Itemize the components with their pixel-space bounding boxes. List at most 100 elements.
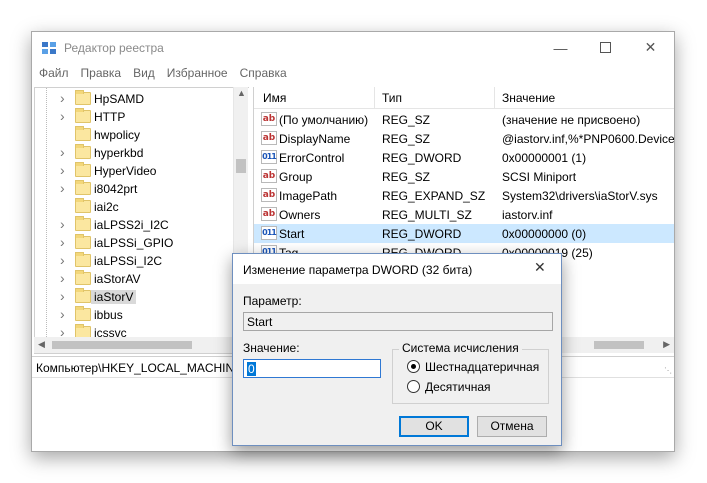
folder-icon bbox=[75, 288, 91, 303]
title-bar: Редактор реестра — ✕ bbox=[32, 32, 674, 64]
ok-button[interactable]: OK bbox=[399, 416, 469, 437]
tree-item-label: iaLPSSi_GPIO bbox=[94, 236, 174, 250]
minimize-button[interactable]: — bbox=[538, 32, 583, 63]
folder-icon bbox=[75, 270, 91, 285]
edit-dword-dialog: Изменение параметра DWORD (32 бита) ✕ Па… bbox=[232, 253, 562, 446]
value-row[interactable]: ab Owners REG_MULTI_SZ iastorv.inf bbox=[254, 205, 674, 224]
tree-item-label: HTTP bbox=[94, 110, 126, 124]
close-button[interactable]: ✕ bbox=[628, 32, 673, 63]
tree-item[interactable]: hwpolicy bbox=[35, 126, 235, 144]
expand-chevron-icon[interactable]: › bbox=[60, 144, 65, 160]
menu-bar: Файл Правка Вид Избранное Справка bbox=[32, 64, 674, 84]
column-divider[interactable] bbox=[494, 87, 495, 109]
registry-tree[interactable]: › HpSAMD › HTTP hwpolicy › hyperkbd › HyperVideo… bbox=[34, 87, 249, 354]
scroll-left-icon[interactable]: ◀ bbox=[38, 339, 45, 350]
dialog-title: Изменение параметра DWORD (32 бита) bbox=[243, 263, 473, 277]
tree-item-label: hwpolicy bbox=[94, 128, 141, 142]
expand-chevron-icon[interactable]: › bbox=[60, 90, 65, 106]
expand-chevron-icon[interactable]: › bbox=[60, 234, 65, 250]
tree-item-label: HyperVideo bbox=[94, 164, 157, 178]
tree-item[interactable]: › iaStorV bbox=[35, 288, 235, 306]
string-value-icon: ab bbox=[261, 188, 277, 202]
base-group-box bbox=[392, 349, 549, 404]
base-group-label: Система исчисления bbox=[399, 341, 522, 355]
scroll-up-icon[interactable]: ▲ bbox=[237, 88, 246, 98]
folder-icon bbox=[75, 90, 91, 105]
cancel-button[interactable]: Отмена bbox=[477, 416, 547, 437]
value-name: Owners bbox=[279, 208, 321, 222]
scroll-thumb[interactable] bbox=[52, 341, 192, 349]
column-header-name[interactable]: Имя bbox=[263, 91, 286, 105]
value-name: ImagePath bbox=[279, 189, 338, 203]
folder-icon bbox=[75, 216, 91, 231]
menu-file[interactable]: Файл bbox=[32, 64, 74, 84]
column-header-data[interactable]: Значение bbox=[502, 91, 555, 105]
expand-chevron-icon[interactable]: › bbox=[60, 162, 65, 178]
value-name: Group bbox=[279, 170, 313, 184]
radio-hexadecimal-label[interactable]: Шестнадцатеричная bbox=[425, 360, 539, 374]
radio-decimal-label[interactable]: Десятичная bbox=[425, 380, 491, 394]
maximize-button[interactable] bbox=[583, 32, 628, 63]
value-row[interactable]: ab Group REG_SZ SCSI Miniport bbox=[254, 167, 674, 186]
value-row[interactable]: 011 Start REG_DWORD 0x00000000 (0) bbox=[254, 224, 674, 243]
menu-view[interactable]: Вид bbox=[126, 64, 160, 84]
tree-item[interactable]: › i8042prt bbox=[35, 180, 235, 198]
radio-decimal[interactable] bbox=[407, 380, 420, 393]
expand-chevron-icon[interactable]: › bbox=[60, 216, 65, 232]
column-divider[interactable] bbox=[374, 87, 375, 109]
dialog-title-bar: Изменение параметра DWORD (32 бита) ✕ bbox=[233, 254, 561, 284]
value-type: REG_DWORD bbox=[382, 227, 462, 241]
tree-item[interactable]: › iaLPSSi_GPIO bbox=[35, 234, 235, 252]
column-header-type[interactable]: Тип bbox=[382, 91, 402, 105]
tree-horizontal-scrollbar[interactable]: ◀ bbox=[34, 337, 233, 353]
param-label: Параметр: bbox=[243, 294, 302, 308]
tree-item[interactable]: › HTTP bbox=[35, 108, 235, 126]
value-type: REG_MULTI_SZ bbox=[382, 208, 472, 222]
tree-item-label: iai2c bbox=[94, 200, 119, 214]
expand-chevron-icon[interactable]: › bbox=[60, 288, 65, 304]
scroll-right-icon[interactable]: ▶ bbox=[663, 339, 670, 350]
tree-item-label: iaLPSSi_I2C bbox=[94, 254, 163, 268]
status-path: Компьютер\HKEY_LOCAL_MACHINE bbox=[36, 361, 243, 375]
value-data-input[interactable]: 0 bbox=[243, 359, 381, 378]
radio-hexadecimal[interactable] bbox=[407, 360, 420, 373]
string-value-icon: ab bbox=[261, 169, 277, 183]
tree-item-label: iaStorAV bbox=[94, 272, 141, 286]
value-name: Start bbox=[279, 227, 305, 241]
tree-item[interactable]: › HpSAMD bbox=[35, 90, 235, 108]
value-row[interactable]: 011 ErrorControl REG_DWORD 0x00000001 (1) bbox=[254, 148, 674, 167]
expand-chevron-icon[interactable]: › bbox=[60, 108, 65, 124]
folder-icon bbox=[75, 306, 91, 321]
dialog-close-icon[interactable]: ✕ bbox=[534, 259, 546, 276]
tree-item-label: iaLPSS2i_I2C bbox=[94, 218, 169, 232]
expand-chevron-icon[interactable]: › bbox=[60, 306, 65, 322]
value-row[interactable]: ab DisplayName REG_SZ @iastorv.inf,%*PNP060… bbox=[254, 129, 674, 148]
tree-item[interactable]: › ibbus bbox=[35, 306, 235, 324]
tree-item-label: iaStorV bbox=[91, 290, 137, 304]
tree-item[interactable]: › iaStorAV bbox=[35, 270, 235, 288]
param-name-value: Start bbox=[247, 315, 273, 329]
tree-item[interactable]: › iaLPSS2i_I2C bbox=[35, 216, 235, 234]
scroll-thumb[interactable] bbox=[236, 159, 246, 173]
tree-item[interactable]: › hyperkbd bbox=[35, 144, 235, 162]
value-row[interactable]: ab ImagePath REG_EXPAND_SZ System32\drivers… bbox=[254, 186, 674, 205]
value-label: Значение: bbox=[243, 341, 300, 355]
menu-favorites[interactable]: Избранное bbox=[160, 64, 233, 84]
folder-icon bbox=[75, 126, 91, 141]
menu-help[interactable]: Справка bbox=[233, 64, 292, 84]
tree-item[interactable]: iai2c bbox=[35, 198, 235, 216]
resize-grip-icon[interactable]: ⋱ bbox=[664, 366, 672, 375]
expand-chevron-icon[interactable]: › bbox=[60, 180, 65, 196]
folder-icon bbox=[75, 252, 91, 267]
folder-icon bbox=[75, 108, 91, 123]
value-type: REG_SZ bbox=[382, 132, 431, 146]
expand-chevron-icon[interactable]: › bbox=[60, 252, 65, 268]
menu-edit[interactable]: Правка bbox=[74, 64, 127, 84]
registry-app-icon bbox=[42, 42, 56, 54]
scroll-thumb[interactable] bbox=[594, 341, 644, 349]
folder-icon bbox=[75, 162, 91, 177]
tree-item[interactable]: › HyperVideo bbox=[35, 162, 235, 180]
tree-item[interactable]: › iaLPSSi_I2C bbox=[35, 252, 235, 270]
expand-chevron-icon[interactable]: › bbox=[60, 270, 65, 286]
value-row[interactable]: ab (По умолчанию) REG_SZ (значение не присв… bbox=[254, 110, 674, 129]
